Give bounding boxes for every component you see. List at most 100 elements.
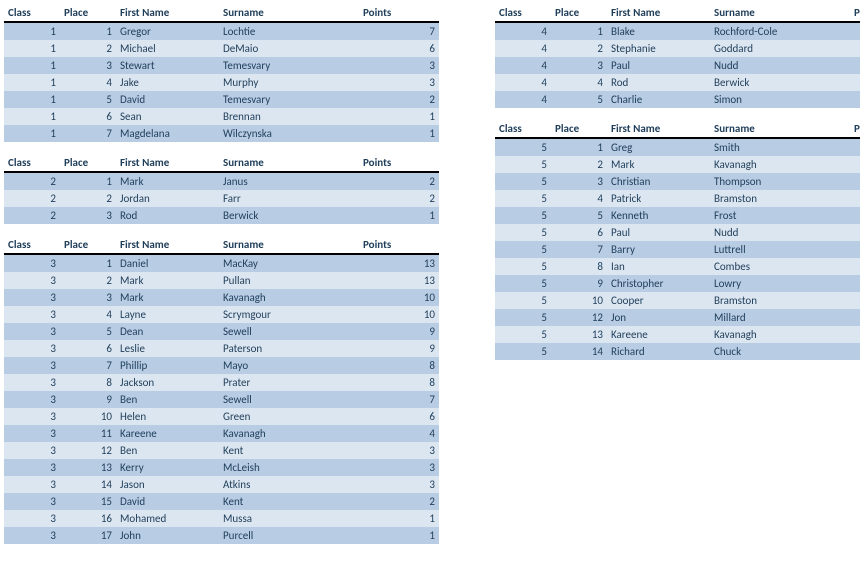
cell-place: 5 xyxy=(551,207,607,224)
cell-place: 2 xyxy=(60,40,116,57)
table-row: 311KareeneKavanagh4 xyxy=(4,425,439,442)
cell-place: 7 xyxy=(60,125,116,142)
cell-first: Jason xyxy=(116,476,219,493)
table-gap xyxy=(495,108,860,120)
cell-surname: Kent xyxy=(219,442,359,459)
cell-surname: Kavanagh xyxy=(710,326,850,343)
cell-points: 2 xyxy=(359,493,439,510)
cell-surname: Murphy xyxy=(219,74,359,91)
cell-points: 1 xyxy=(359,125,439,142)
cell-first: Layne xyxy=(116,306,219,323)
col-header-first: First Name xyxy=(607,120,710,138)
cell-class: 3 xyxy=(4,323,60,340)
cell-class: 3 xyxy=(4,357,60,374)
cell-first: Kerry xyxy=(116,459,219,476)
cell-points: 2 xyxy=(850,40,860,57)
cell-class: 3 xyxy=(4,493,60,510)
cell-place: 2 xyxy=(60,190,116,207)
col-header-place: Place xyxy=(551,4,607,22)
table-row: 310HelenGreen6 xyxy=(4,408,439,425)
cell-points: 3 xyxy=(359,74,439,91)
cell-first: Charlie xyxy=(607,91,710,108)
table-gap xyxy=(4,142,439,154)
cell-place: 14 xyxy=(551,343,607,360)
cell-points: 3 xyxy=(850,22,860,40)
cell-class: 4 xyxy=(495,57,551,74)
column-right: ClassPlaceFirst NameSurnamePoints41Blake… xyxy=(495,4,860,360)
table-row: 59ChristopherLowry3 xyxy=(495,275,860,292)
table-row: 15DavidTemesvary2 xyxy=(4,91,439,108)
cell-place: 10 xyxy=(551,292,607,309)
cell-first: Christian xyxy=(607,173,710,190)
table-row: 21MarkJanus2 xyxy=(4,172,439,190)
table-row: 16SeanBrennan1 xyxy=(4,108,439,125)
cell-surname: Purcell xyxy=(219,527,359,544)
cell-class: 2 xyxy=(4,207,60,224)
table-row: 57BarryLuttrell4 xyxy=(495,241,860,258)
col-header-place: Place xyxy=(60,154,116,172)
cell-first: Magdelana xyxy=(116,125,219,142)
cell-first: Cooper xyxy=(607,292,710,309)
cell-surname: Paterson xyxy=(219,340,359,357)
cell-class: 3 xyxy=(4,476,60,493)
cell-class: 3 xyxy=(4,306,60,323)
cell-place: 11 xyxy=(60,425,116,442)
col-header-surname: Surname xyxy=(710,4,850,22)
cell-points: 1 xyxy=(850,74,860,91)
cell-points: 4 xyxy=(850,241,860,258)
table-row: 14JakeMurphy3 xyxy=(4,74,439,91)
cell-class: 5 xyxy=(495,138,551,156)
cell-points: 3 xyxy=(359,476,439,493)
table-row: 11GregorLochtie7 xyxy=(4,22,439,40)
table-row: 33MarkKavanagh10 xyxy=(4,289,439,306)
col-header-place: Place xyxy=(60,4,116,22)
table-row: 22JordanFarr2 xyxy=(4,190,439,207)
cell-points: 1 xyxy=(850,326,860,343)
cell-points: 9 xyxy=(359,323,439,340)
cell-place: 2 xyxy=(551,156,607,173)
cell-surname: Janus xyxy=(219,172,359,190)
col-header-points: Points xyxy=(850,120,860,138)
cell-surname: Simon xyxy=(710,91,850,108)
cell-first: Stewart xyxy=(116,57,219,74)
cell-first: Paul xyxy=(607,57,710,74)
cell-surname: Thompson xyxy=(710,173,850,190)
cell-first: Mark xyxy=(116,289,219,306)
cell-points: 3 xyxy=(359,442,439,459)
table-row: 36LesliePaterson9 xyxy=(4,340,439,357)
cell-class: 1 xyxy=(4,57,60,74)
results-table: ClassPlaceFirst NameSurnamePoints21MarkJ… xyxy=(4,154,439,224)
cell-first: Barry xyxy=(607,241,710,258)
cell-first: Michael xyxy=(116,40,219,57)
cell-class: 5 xyxy=(495,258,551,275)
col-header-points: Points xyxy=(359,236,439,254)
table-row: 53ChristianThompson6 xyxy=(495,173,860,190)
table-row: 12MichaelDeMaio6 xyxy=(4,40,439,57)
cell-surname: Combes xyxy=(710,258,850,275)
cell-surname: Scrymgour xyxy=(219,306,359,323)
cell-points: 3 xyxy=(359,57,439,74)
cell-points: 3 xyxy=(850,275,860,292)
table-row: 38JacksonPrater8 xyxy=(4,374,439,391)
cell-first: Mark xyxy=(607,156,710,173)
cell-points: 1 xyxy=(850,309,860,326)
table-row: 510CooperBramston2 xyxy=(495,292,860,309)
cell-place: 3 xyxy=(60,57,116,74)
results-table: ClassPlaceFirst NameSurnamePoints41Blake… xyxy=(495,4,860,108)
page: ClassPlaceFirst NameSurnamePoints11Grego… xyxy=(4,4,856,544)
cell-first: Kareene xyxy=(116,425,219,442)
table-row: 51GregSmith17 xyxy=(495,138,860,156)
cell-surname: MacKay xyxy=(219,254,359,272)
table-row: 13StewartTemesvary3 xyxy=(4,57,439,74)
cell-surname: Sewell xyxy=(219,391,359,408)
cell-class: 3 xyxy=(4,254,60,272)
col-header-class: Class xyxy=(495,4,551,22)
cell-place: 7 xyxy=(60,357,116,374)
table-row: 34LayneScrymgour10 xyxy=(4,306,439,323)
table-row: 44RodBerwick1 xyxy=(495,74,860,91)
table-row: 313KerryMcLeish3 xyxy=(4,459,439,476)
cell-first: Kareene xyxy=(607,326,710,343)
cell-class: 5 xyxy=(495,343,551,360)
cell-place: 13 xyxy=(60,459,116,476)
cell-surname: Nudd xyxy=(710,57,850,74)
